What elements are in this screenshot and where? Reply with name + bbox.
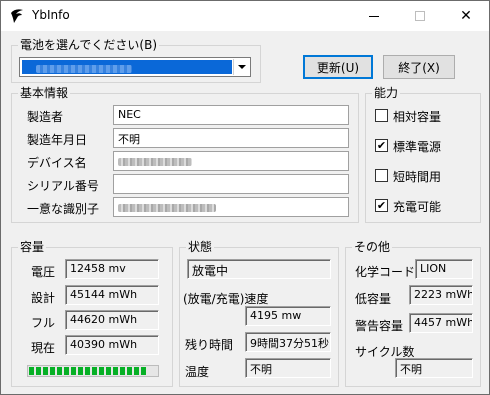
chemistry-label: 化学コード: [355, 265, 416, 279]
chevron-down-icon: [237, 65, 246, 69]
rate-field: 4195 mw: [245, 306, 331, 326]
redacted-battery-name: [36, 65, 132, 73]
capability-label-3: 充電可能: [393, 200, 442, 214]
full-capacity-label: フル: [31, 316, 56, 330]
capability-label-0: 相対容量: [393, 110, 442, 124]
cycle-count-field: 不明: [395, 358, 473, 378]
close-button[interactable]: ✕: [443, 1, 489, 31]
full-capacity-field: 44620 mWh: [65, 310, 159, 330]
current-capacity-field: 40390 mWh: [65, 335, 159, 355]
warning-capacity-field: 4457 mWh: [409, 313, 473, 333]
device-name-field[interactable]: [113, 151, 349, 171]
status-field: 放電中: [187, 259, 331, 279]
low-capacity-field: 2223 mWh: [409, 285, 473, 305]
rate-label: (放電/充電)速度: [183, 292, 269, 306]
window-title: YbInfo: [32, 8, 70, 22]
voltage-label: 電圧: [31, 265, 56, 279]
maximize-button[interactable]: [397, 1, 443, 31]
remaining-time-label: 残り時間: [185, 338, 234, 352]
battery-select-label: 電池を選んでください(B): [18, 38, 159, 52]
capability-label-1: 標準電源: [393, 140, 442, 154]
temperature-label: 温度: [185, 365, 210, 379]
combo-dropdown-button[interactable]: [233, 59, 249, 75]
charge-progress-fill: [29, 367, 146, 375]
manufacture-date-field[interactable]: 不明: [113, 128, 349, 148]
capability-checkbox-3[interactable]: ✔: [375, 199, 388, 212]
title-bar[interactable]: YbInfo ✕: [1, 1, 489, 31]
app-icon: [11, 9, 23, 23]
warning-capacity-label: 警告容量: [355, 319, 404, 333]
redacted-device-name: [118, 158, 192, 166]
capability-checkbox-1[interactable]: ✔: [375, 139, 388, 152]
other-label: その他: [352, 240, 393, 254]
manufacture-date-label: 製造年月日: [27, 133, 88, 147]
maximize-icon: [415, 11, 425, 21]
capability-checkbox-2[interactable]: [375, 169, 388, 182]
basic-info-label: 基本情報: [18, 86, 71, 100]
close-icon: ✕: [460, 8, 472, 24]
design-capacity-label: 設計: [31, 291, 56, 305]
redacted-unique-id: [118, 204, 216, 212]
current-capacity-label: 現在: [31, 341, 56, 355]
capability-checkbox-0[interactable]: [375, 109, 388, 122]
manufacturer-field[interactable]: NEC: [113, 105, 349, 125]
voltage-field: 12458 mv: [65, 259, 159, 279]
combo-selection: [22, 60, 232, 74]
battery-combobox[interactable]: [19, 57, 251, 77]
unique-id-label: 一意な識別子: [27, 202, 100, 216]
low-capacity-label: 低容量: [355, 292, 392, 306]
capability-label-2: 短時間用: [393, 170, 442, 184]
state-label: 状態: [186, 240, 215, 254]
capability-label: 能力: [372, 86, 401, 100]
exit-button[interactable]: 終了(X): [383, 55, 455, 79]
minimize-icon: [369, 15, 379, 17]
serial-number-label: シリアル番号: [27, 179, 99, 193]
device-name-label: デバイス名: [27, 156, 87, 170]
ybinfo-window: YbInfo ✕ 電池を選んでください(B) 更新(U) 終了(X) 基本情報 …: [0, 0, 490, 395]
update-button[interactable]: 更新(U): [303, 55, 373, 79]
charge-progress-bar: [27, 365, 159, 377]
chemistry-field: LION: [415, 259, 473, 279]
capacity-label: 容量: [18, 240, 47, 254]
temperature-field: 不明: [245, 358, 331, 378]
unique-id-field[interactable]: [113, 197, 349, 217]
manufacturer-label: 製造者: [27, 110, 64, 124]
minimize-button[interactable]: [351, 1, 397, 31]
design-capacity-field: 45144 mWh: [65, 285, 159, 305]
remaining-time-field: 9時間37分51秒: [245, 332, 331, 352]
serial-number-field[interactable]: [113, 174, 349, 194]
